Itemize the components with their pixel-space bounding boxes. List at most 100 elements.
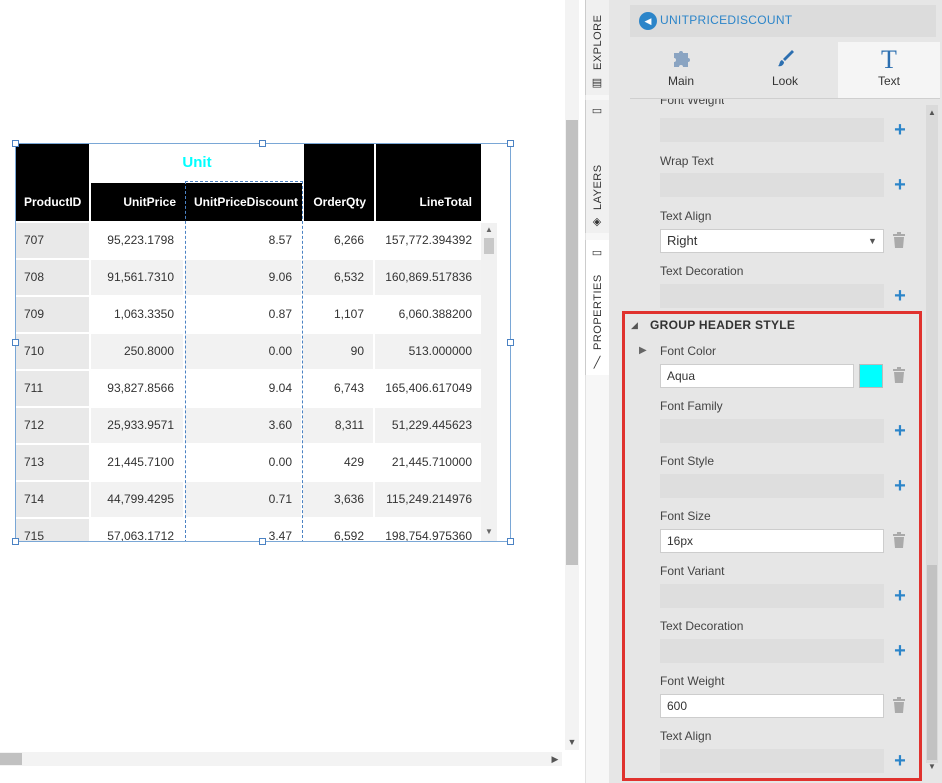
text-tab-button[interactable]: T Text: [838, 42, 940, 98]
properties-panel-icon: ▭: [591, 247, 603, 259]
scroll-down-arrow-icon[interactable]: ▼: [481, 527, 497, 536]
back-arrow-icon[interactable]: ◀: [639, 12, 657, 30]
table-row[interactable]: 712 25,933.9571 3.60 8,311 51,229.445623: [15, 408, 481, 445]
column-divider: [302, 183, 304, 221]
font-weight-input[interactable]: 600: [660, 694, 884, 718]
cell-unitpricediscount: 0.71: [185, 482, 301, 517]
text-align-field[interactable]: [660, 749, 884, 773]
cell-unitprice: 1,063.3350: [91, 297, 183, 332]
group-header-style-title[interactable]: GROUP HEADER STYLE: [650, 318, 795, 332]
look-tab-button[interactable]: Look: [734, 42, 836, 98]
resize-handle[interactable]: [259, 538, 266, 545]
group-header-unit[interactable]: Unit: [91, 143, 303, 183]
cell-unitprice: 250.8000: [91, 334, 183, 369]
text-align-select[interactable]: Right: [660, 229, 884, 253]
table-scrollbar-thumb[interactable]: [484, 238, 494, 254]
tab-properties[interactable]: ▭ PROPERTIES ╱: [585, 240, 609, 375]
column-header-linetotal[interactable]: LineTotal: [375, 183, 481, 221]
cell-linetotal: 198,754.975360: [375, 519, 481, 542]
expand-triangle-icon[interactable]: ▶: [639, 345, 647, 356]
layers-panel-icon: ▭: [591, 105, 603, 117]
table-scrollbar[interactable]: [481, 223, 497, 542]
cell-unitprice: 91,561.7310: [91, 260, 183, 295]
tab-explore[interactable]: EXPLORE ▤: [585, 0, 609, 95]
tab-layers[interactable]: ▭ LAYERS ◈: [585, 100, 609, 233]
canvas-horizontal-scrollbar[interactable]: [0, 752, 562, 766]
puzzle-icon: [630, 47, 732, 75]
font-color-input[interactable]: Aqua: [660, 364, 854, 388]
table-row[interactable]: 713 21,445.7100 0.00 429 21,445.710000: [15, 445, 481, 482]
table-row[interactable]: 714 44,799.4295 0.71 3,636 115,249.21497…: [15, 482, 481, 519]
group-header-row: Unit: [15, 143, 481, 183]
scroll-right-arrow-icon[interactable]: ▶: [549, 753, 561, 765]
resize-handle[interactable]: [12, 140, 19, 147]
add-text-align-button[interactable]: +: [891, 751, 909, 771]
text-align-label: Text Align: [660, 729, 712, 743]
main-tab-label: Main: [667, 74, 694, 88]
column-divider: [302, 143, 304, 183]
scroll-down-arrow-icon[interactable]: ▼: [926, 762, 938, 771]
font-style-field[interactable]: [660, 474, 884, 498]
font-weight-field[interactable]: [660, 118, 884, 142]
table-row[interactable]: 715 57,063.1712 3.47 6,592 198,754.97536…: [15, 519, 481, 542]
resize-handle[interactable]: [259, 140, 266, 147]
font-color-swatch[interactable]: [859, 364, 883, 388]
cell-productid: 713: [15, 445, 89, 480]
add-text-decoration-button[interactable]: +: [891, 286, 909, 306]
main-tab-button[interactable]: Main: [630, 42, 732, 98]
resize-handle[interactable]: [507, 140, 514, 147]
column-header-orderqty[interactable]: OrderQty: [303, 183, 375, 221]
cell-productid: 712: [15, 408, 89, 443]
trash-icon[interactable]: [891, 531, 909, 551]
brush-icon: [734, 47, 836, 75]
add-font-family-button[interactable]: +: [891, 421, 909, 441]
cell-productid: 707: [15, 223, 89, 258]
table-row[interactable]: 710 250.8000 0.00 90 513.000000: [15, 334, 481, 371]
canvas-horizontal-scrollbar-thumb[interactable]: [0, 753, 22, 765]
cell-productid: 708: [15, 260, 89, 295]
chevron-down-icon[interactable]: ▼: [868, 236, 877, 246]
resize-handle[interactable]: [507, 339, 514, 346]
add-text-decoration-button[interactable]: +: [891, 641, 909, 661]
data-table[interactable]: Unit ProductID UnitPrice UnitPriceDiscou…: [15, 143, 511, 542]
font-variant-field[interactable]: [660, 584, 884, 608]
add-font-style-button[interactable]: +: [891, 476, 909, 496]
cell-unitpricediscount: 8.57: [185, 223, 301, 258]
cell-productid: 710: [15, 334, 89, 369]
wrap-text-field[interactable]: [660, 173, 884, 197]
cell-orderqty: 429: [303, 445, 373, 480]
panel-scrollbar-thumb[interactable]: [927, 565, 937, 760]
scroll-up-arrow-icon[interactable]: ▲: [481, 225, 497, 234]
resize-handle[interactable]: [12, 538, 19, 545]
table-row[interactable]: 708 91,561.7310 9.06 6,532 160,869.51783…: [15, 260, 481, 297]
table-row[interactable]: 707 95,223.1798 8.57 6,266 157,772.39439…: [15, 223, 481, 260]
cell-productid: 709: [15, 297, 89, 332]
add-font-weight-button[interactable]: +: [891, 120, 909, 140]
column-header-unitpricediscount[interactable]: UnitPriceDiscount: [185, 183, 303, 221]
column-header-unitprice[interactable]: UnitPrice: [91, 183, 185, 221]
scroll-down-arrow-icon[interactable]: ▼: [566, 736, 578, 748]
resize-handle[interactable]: [12, 339, 19, 346]
trash-icon[interactable]: [891, 696, 909, 716]
font-size-input[interactable]: 16px: [660, 529, 884, 553]
text-decoration-field[interactable]: [660, 284, 884, 308]
table-row[interactable]: 709 1,063.3350 0.87 1,107 6,060.388200: [15, 297, 481, 334]
add-wrap-text-button[interactable]: +: [891, 175, 909, 195]
look-tab-label: Look: [771, 74, 799, 88]
trash-icon[interactable]: [891, 231, 909, 251]
add-font-variant-button[interactable]: +: [891, 586, 909, 606]
text-decoration-field[interactable]: [660, 639, 884, 663]
table-row[interactable]: 711 93,827.8566 9.04 6,743 165,406.61704…: [15, 371, 481, 408]
cell-unitpricediscount: 0.00: [185, 334, 301, 369]
explore-icon: ▤: [591, 77, 603, 89]
column-header-productid[interactable]: ProductID: [15, 183, 91, 221]
tab-layers-label: LAYERS: [592, 164, 604, 210]
panel-toolbar: Main Look T Text: [630, 42, 940, 98]
resize-handle[interactable]: [507, 538, 514, 545]
trash-icon[interactable]: [891, 366, 909, 386]
collapse-triangle-icon[interactable]: ◢: [631, 320, 638, 331]
scroll-up-arrow-icon[interactable]: ▲: [926, 108, 938, 117]
font-family-field[interactable]: [660, 419, 884, 443]
tab-explore-label: EXPLORE: [592, 14, 604, 70]
canvas-vertical-scrollbar-thumb[interactable]: [566, 120, 578, 565]
